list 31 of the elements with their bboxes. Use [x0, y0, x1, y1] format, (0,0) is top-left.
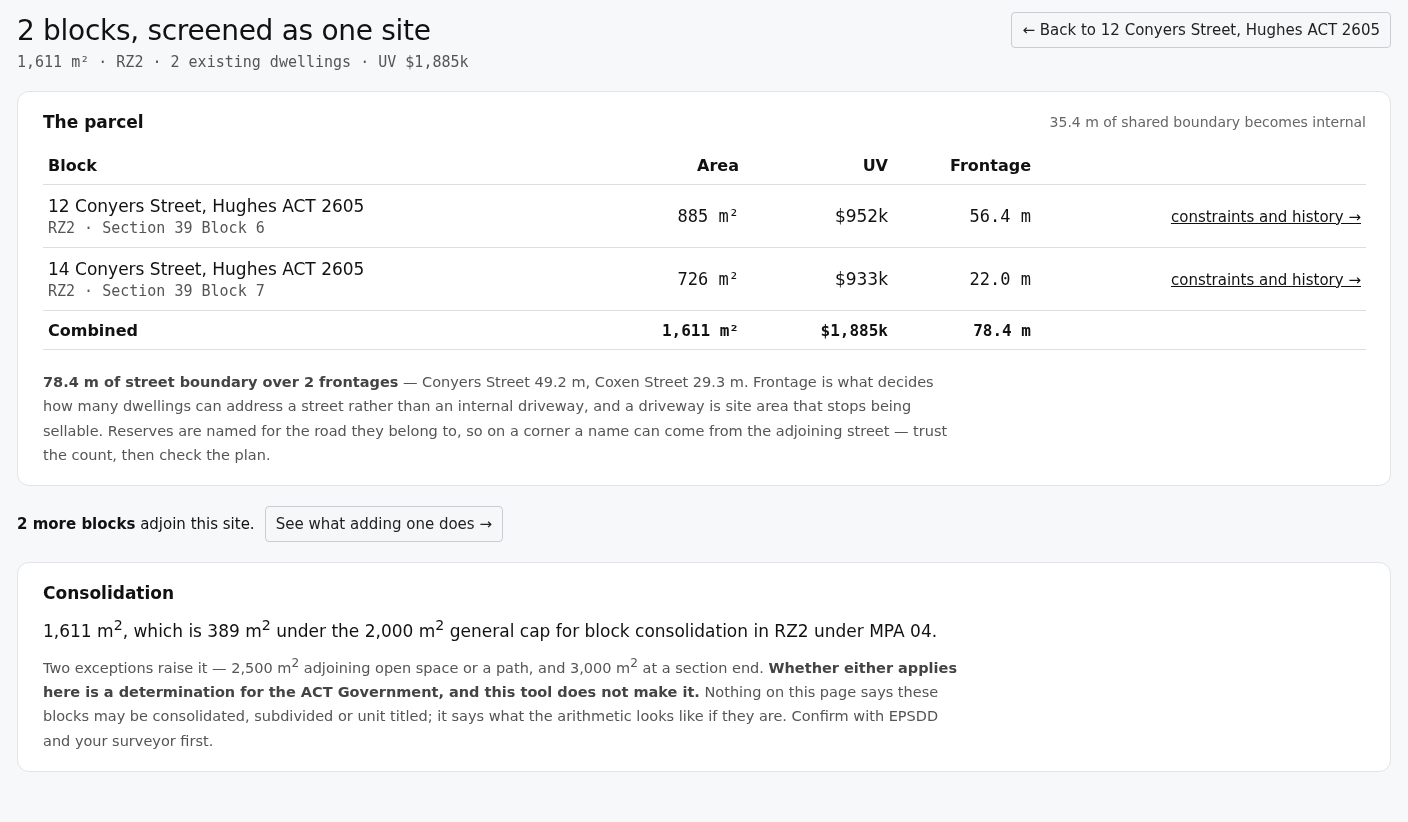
- frontage-paragraph: 78.4 m of street boundary over 2 frontages — Conyers Street 49.2 m, Coxen Street 29.3 m. Frontage is what decides how many dwellings can address a street rather than an internal driveway, and a driveway is site area that stops being sellable. Reserves are named for the road they belong to, so on a corner a name can come from the adjoining street — trust the count, then check the plan.: [43, 373, 949, 465]
- table-cell-text: Combined: [48, 320, 140, 340]
- page-title: 2 blocks, screened as one site: [17, 14, 432, 47]
- consolidation-lead: 1,611 m$^{2}$, which is 389 m$^{2}$ under the 2,000 m$^{2}$ general cap for block consolidation in RZ2 under MPA 04.: [43, 617, 939, 641]
- block-address: 14 Conyers Street, Hughes ACT 2605: [48, 258, 366, 279]
- section-title: The parcel: [43, 112, 144, 132]
- table-cell-text: 1,611 m²: [660, 320, 739, 340]
- table-cell-text: 885 m²: [676, 206, 739, 226]
- table-cell-text: $1,885k: [819, 320, 888, 340]
- column-header: Block: [48, 155, 98, 175]
- table-cell-text: 56.4 m: [968, 206, 1031, 226]
- block-detail: RZ2 · Section 39 Block 6: [48, 218, 266, 237]
- table-cell-text: 78.4 m: [972, 320, 1031, 340]
- table-cell-text: $952k: [833, 206, 888, 226]
- constraints-link[interactable]: constraints and history →: [1170, 270, 1361, 289]
- consolidation-paragraph: Two exceptions raise it — 2,500 m$^{2}$ adjoining open space or a path, and 3,000 m$^{2}$ at a section end. Whether either applies here is a determination for the ACT Government, and this tool does not make it. Nothing on this page says these blocks may be consolidated, subdivided or unit titled; it says what the arithmetic looks like if they are. Confirm with EPSDD and your surveyor first.: [43, 654, 959, 751]
- column-header: Area: [696, 155, 739, 175]
- back-button[interactable]: ← Back to 12 Conyers Street, Hughes ACT 2605: [1011, 12, 1391, 48]
- adding-block-button[interactable]: See what adding one does →: [264, 506, 503, 543]
- boundary-note: 35.4 m of shared boundary becomes internal: [1049, 114, 1366, 130]
- column-header: Frontage: [949, 155, 1031, 175]
- section-title: Consolidation: [43, 583, 176, 604]
- table-cell-text: 22.0 m: [968, 269, 1031, 289]
- block-address: 12 Conyers Street, Hughes ACT 2605: [48, 195, 366, 216]
- column-header: UV: [861, 155, 888, 175]
- table-cell-text: $933k: [833, 269, 888, 289]
- block-detail: RZ2 · Section 39 Block 7: [48, 281, 266, 300]
- table-cell-text: 726 m²: [676, 269, 739, 289]
- site-summary: 1,611 m² · RZ2 · 2 existing dwellings · UV $1,885k: [17, 53, 469, 71]
- adjoin-text: 2 more blocks adjoin this site.: [17, 515, 255, 534]
- constraints-link[interactable]: constraints and history →: [1170, 207, 1361, 226]
